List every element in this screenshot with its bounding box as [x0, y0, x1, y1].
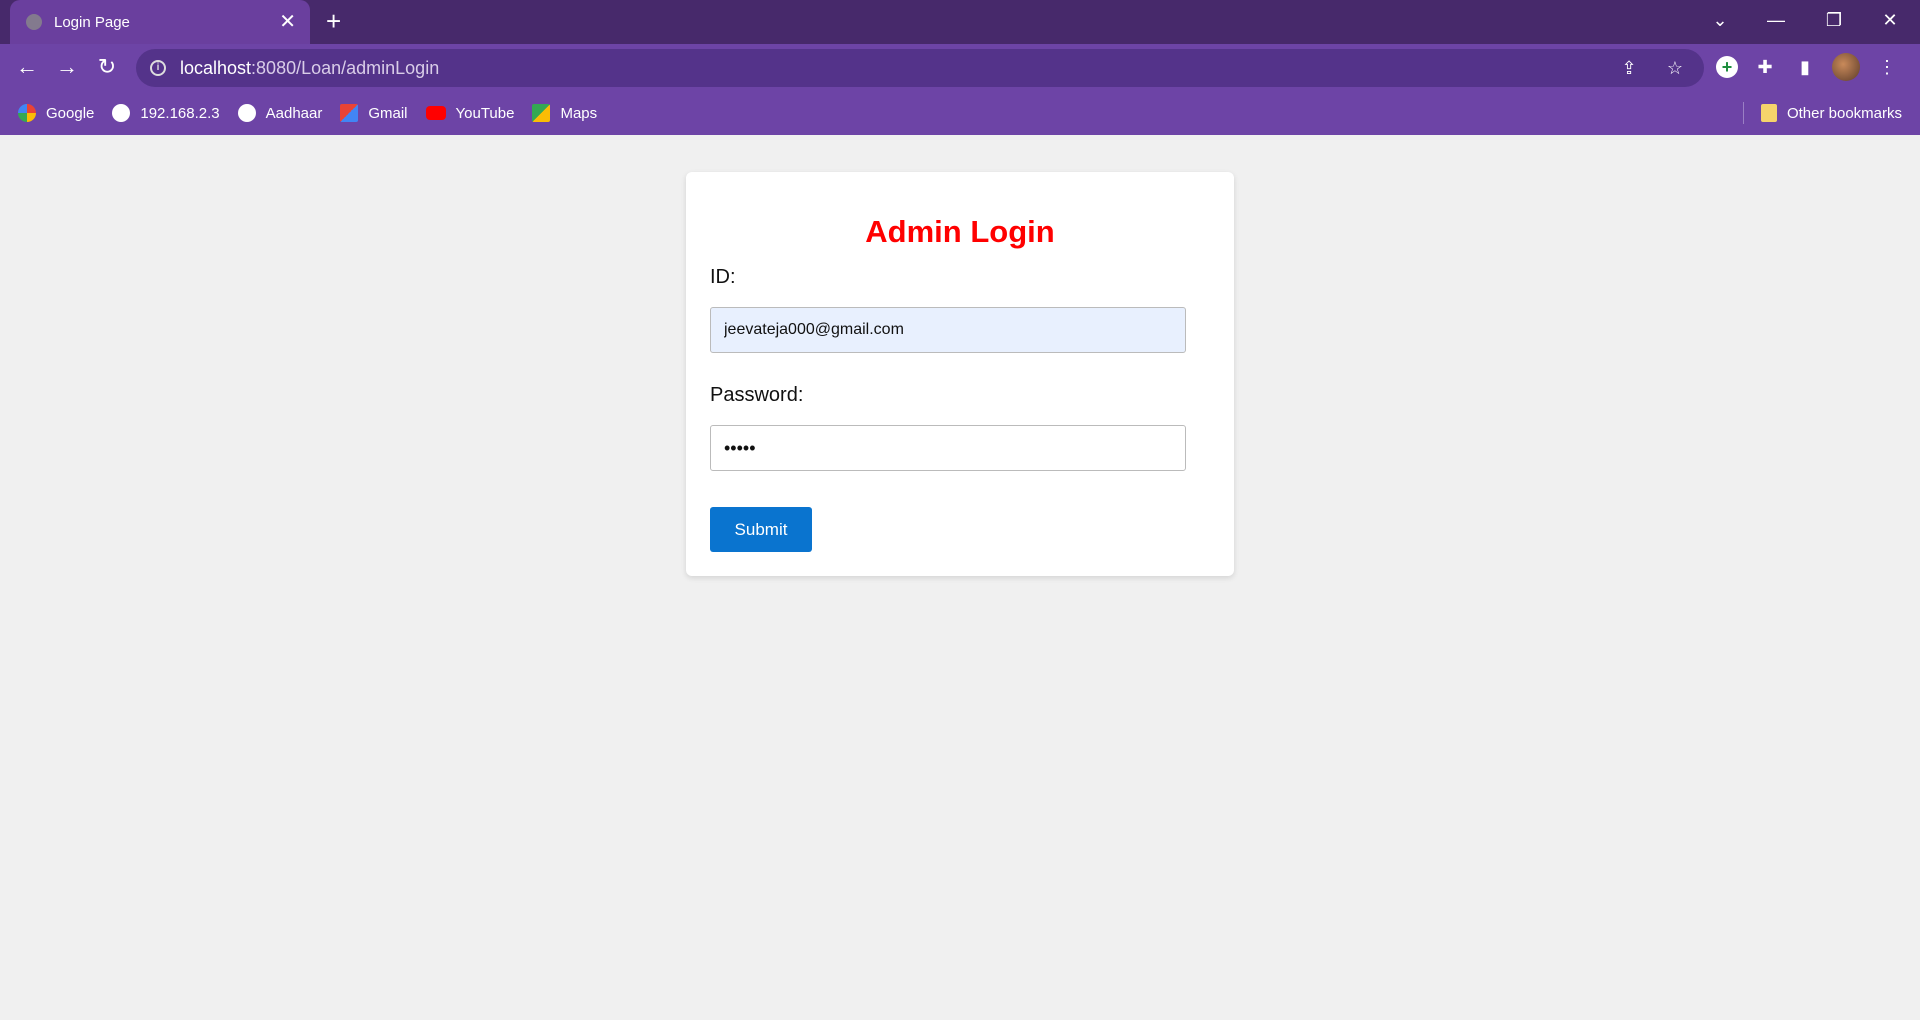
- bookmark-label: Aadhaar: [265, 104, 323, 122]
- bookmark-youtube[interactable]: YouTube: [425, 104, 515, 122]
- info-icon[interactable]: i: [150, 60, 166, 76]
- close-tab-icon[interactable]: ✕: [279, 12, 296, 32]
- login-card: Admin Login ID: Password: Submit: [686, 172, 1234, 576]
- page-content: Admin Login ID: Password: Submit: [0, 135, 1920, 1020]
- add-extension-icon[interactable]: +: [1716, 56, 1738, 78]
- bookmark-maps[interactable]: Maps: [532, 104, 597, 122]
- other-bookmarks[interactable]: Other bookmarks: [1760, 91, 1902, 135]
- bookmark-label: Google: [46, 104, 95, 122]
- submit-button[interactable]: Submit: [710, 507, 812, 552]
- address-bar[interactable]: i localhost:8080/Loan/adminLogin ⇪ ☆: [136, 49, 1704, 87]
- side-panel-icon[interactable]: ▮: [1792, 54, 1818, 80]
- bookmark-google[interactable]: Google: [18, 104, 94, 122]
- url-path: :8080/Loan/adminLogin: [251, 57, 440, 78]
- globe-icon: [112, 104, 131, 122]
- tab-search-icon[interactable]: ⌄: [1692, 0, 1748, 40]
- tab-title: Login Page: [54, 13, 130, 31]
- browser-toolbar: ← → ↻ i localhost:8080/Loan/adminLogin ⇪…: [0, 44, 1920, 91]
- bookmark-label: Gmail: [368, 104, 408, 122]
- forward-icon[interactable]: →: [54, 54, 80, 80]
- folder-icon: [1760, 104, 1777, 122]
- other-bookmarks-label: Other bookmarks: [1786, 104, 1902, 122]
- window-close-icon[interactable]: ✕: [1862, 0, 1918, 40]
- maps-icon: [532, 104, 551, 122]
- share-icon[interactable]: ⇪: [1616, 55, 1642, 81]
- url-host: localhost: [180, 57, 252, 78]
- password-label: Password:: [710, 384, 804, 406]
- extensions-icon[interactable]: ✚: [1752, 54, 1778, 80]
- bookmark-label: Maps: [560, 104, 598, 122]
- bookmark-gmail[interactable]: Gmail: [340, 104, 408, 122]
- browser-tab[interactable]: Login Page ✕: [10, 0, 310, 44]
- password-input[interactable]: [710, 425, 1186, 471]
- id-label: ID:: [710, 266, 736, 288]
- bookmark-aadhaar[interactable]: Aadhaar: [237, 104, 323, 122]
- bookmark-label: 192.168.2.3: [140, 104, 220, 122]
- gmail-icon: [340, 104, 359, 122]
- globe-icon: [26, 14, 42, 30]
- page-title: Admin Login: [865, 214, 1055, 249]
- minimize-icon[interactable]: —: [1748, 0, 1804, 40]
- youtube-icon: [425, 106, 446, 120]
- bookmark-label: YouTube: [455, 104, 515, 122]
- bookmark-ip[interactable]: 192.168.2.3: [112, 104, 220, 122]
- menu-icon[interactable]: ⋮: [1874, 54, 1900, 80]
- profile-avatar[interactable]: [1832, 53, 1860, 81]
- google-icon: [18, 104, 36, 122]
- new-tab-button[interactable]: +: [326, 8, 341, 34]
- bookmark-star-icon[interactable]: ☆: [1662, 55, 1688, 81]
- bookmarks-bar: Google 192.168.2.3 Aadhaar Gmail YouTube…: [0, 91, 1920, 135]
- restore-icon[interactable]: ❐: [1806, 0, 1862, 40]
- id-input[interactable]: [710, 307, 1186, 353]
- reload-icon[interactable]: ↻: [94, 54, 120, 80]
- url-text[interactable]: localhost:8080/Loan/adminLogin: [180, 58, 439, 79]
- globe-icon: [237, 104, 256, 122]
- title-bar: Login Page ✕ + ⌄ — ❐ ✕: [0, 0, 1920, 44]
- back-icon[interactable]: ←: [14, 54, 40, 80]
- bookmarks-separator: [1743, 102, 1744, 124]
